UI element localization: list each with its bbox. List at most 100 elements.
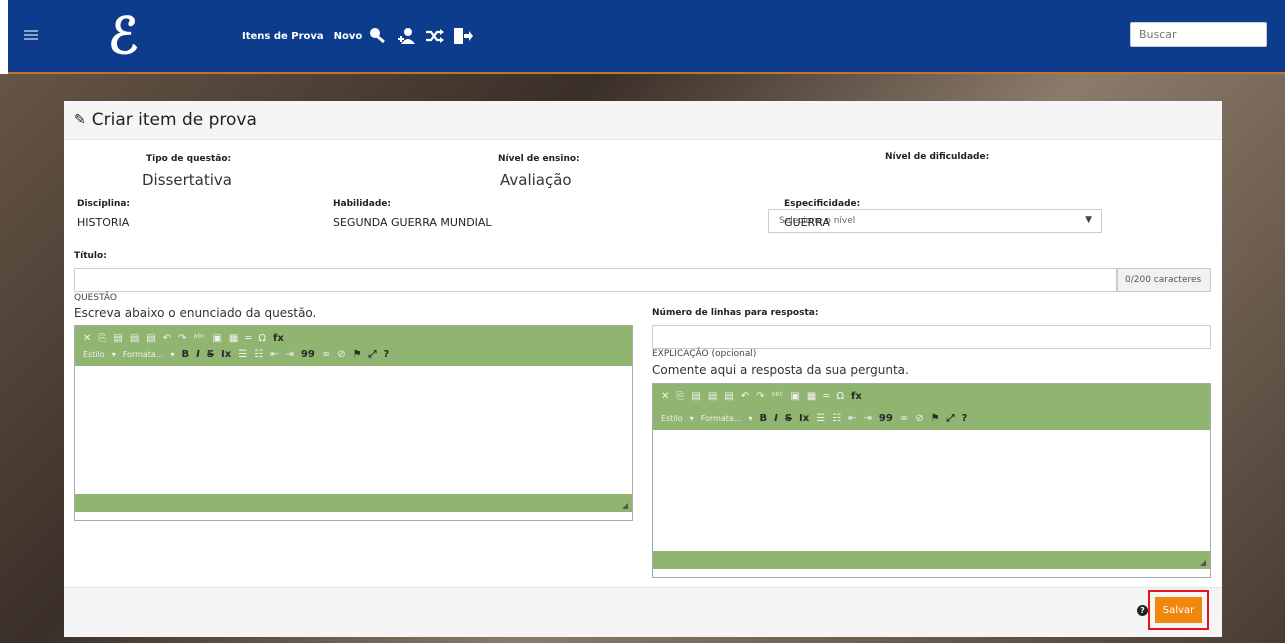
pencil-icon: ✎: [74, 112, 86, 128]
questao-label: QUESTÃO: [74, 293, 117, 303]
disciplina-label: Disciplina:: [77, 199, 131, 209]
especificidade-label: Especificidade:: [784, 199, 861, 209]
titulo-input[interactable]: [74, 268, 1117, 292]
spellcheck-icon[interactable]: ᵃᵇᶜ: [194, 333, 206, 344]
link-icon[interactable]: ∞: [900, 413, 908, 424]
estilo-dropdown[interactable]: Estilo: [83, 350, 105, 359]
questao-hint: Escreva abaixo o enunciado da questão.: [74, 306, 317, 320]
italic-button[interactable]: I: [774, 413, 778, 424]
paste-text-icon[interactable]: ▤: [130, 333, 139, 344]
special-char-icon[interactable]: Ω: [258, 333, 266, 344]
link-icon[interactable]: ∞: [322, 349, 330, 360]
undo-icon[interactable]: ↶: [163, 333, 171, 344]
anchor-flag-icon[interactable]: ⚑: [931, 413, 940, 424]
create-item-panel: ✎ Criar item de prova Tipo de questão: D…: [64, 101, 1222, 637]
resize-handle-icon[interactable]: [1200, 560, 1206, 566]
cut-icon[interactable]: ✕: [83, 333, 91, 344]
maximize-icon[interactable]: ⤢: [369, 349, 377, 360]
copy-icon[interactable]: ⎘: [98, 333, 106, 344]
indent-icon[interactable]: ⇥: [864, 413, 872, 424]
paste-word-icon[interactable]: ▤: [724, 391, 733, 402]
paste-icon[interactable]: ▤: [691, 391, 700, 402]
image-icon[interactable]: ▣: [790, 391, 799, 402]
disciplina-value: HISTORIA: [77, 216, 130, 229]
search-key-icon[interactable]: [368, 26, 390, 46]
formata-dropdown[interactable]: Formata...: [123, 350, 164, 359]
numbered-list-icon[interactable]: ☰: [238, 349, 247, 360]
redo-icon[interactable]: ↷: [756, 391, 764, 402]
bullet-list-icon[interactable]: ☷: [254, 349, 263, 360]
unlink-icon[interactable]: ⊘: [915, 413, 923, 424]
shuffle-icon[interactable]: [424, 26, 446, 46]
questao-editor-toolbar: ✕ ⎘ ▤ ▤ ▤ ↶ ↷ ᵃᵇᶜ ▣ ▦ ═ Ω fx Estilo ▾ Fo…: [75, 326, 632, 366]
outdent-icon[interactable]: ⇤: [270, 349, 278, 360]
nivel-ensino-label: Nível de ensino:: [498, 154, 580, 164]
nivel-dificuldade-label: Nível de dificuldade:: [885, 152, 990, 162]
save-button[interactable]: Salvar: [1155, 597, 1202, 623]
spellcheck-icon[interactable]: ᵃᵇᶜ: [772, 391, 784, 402]
nivel-ensino-value: Avaliação: [500, 171, 572, 189]
outdent-icon[interactable]: ⇤: [848, 413, 856, 424]
blockquote-button[interactable]: 99: [879, 413, 893, 424]
unlink-icon[interactable]: ⊘: [337, 349, 345, 360]
logout-icon[interactable]: [452, 26, 474, 46]
questao-editor[interactable]: ✕ ⎘ ▤ ▤ ▤ ↶ ↷ ᵃᵇᶜ ▣ ▦ ═ Ω fx Estilo ▾ Fo…: [74, 325, 633, 521]
help-button[interactable]: ?: [384, 349, 390, 360]
anchor-flag-icon[interactable]: ⚑: [353, 349, 362, 360]
formula-icon[interactable]: fx: [273, 333, 284, 344]
help-button[interactable]: ?: [962, 413, 968, 424]
italic-button[interactable]: I: [196, 349, 200, 360]
horizontal-rule-icon[interactable]: ═: [823, 391, 829, 402]
numbered-list-icon[interactable]: ☰: [816, 413, 825, 424]
estilo-dropdown[interactable]: Estilo: [661, 414, 683, 423]
explicacao-text-area[interactable]: [653, 430, 1210, 551]
questao-text-area[interactable]: [75, 366, 632, 494]
menu-hamburger-icon[interactable]: [24, 30, 38, 40]
resize-handle-icon[interactable]: [622, 503, 628, 509]
nav-novo[interactable]: Novo: [334, 31, 363, 42]
copy-icon[interactable]: ⎘: [676, 391, 684, 402]
blockquote-button[interactable]: 99: [301, 349, 315, 360]
search-input[interactable]: [1130, 22, 1267, 47]
titulo-char-counter: 0/200 caracteres: [1117, 268, 1211, 292]
chevron-down-icon: ▾: [689, 413, 694, 423]
tipo-questao-label: Tipo de questão:: [146, 154, 232, 164]
paste-icon[interactable]: ▤: [113, 333, 122, 344]
cut-icon[interactable]: ✕: [661, 391, 669, 402]
explicacao-editor[interactable]: ✕ ⎘ ▤ ▤ ▤ ↶ ↷ ᵃᵇᶜ ▣ ▦ ═ Ω fx Estilo ▾ Fo…: [652, 383, 1211, 578]
maximize-icon[interactable]: ⤢: [947, 413, 955, 424]
chevron-down-icon: ▾: [111, 349, 116, 359]
save-button-highlight: Salvar: [1148, 590, 1209, 630]
toolbar-row-1: ✕ ⎘ ▤ ▤ ▤ ↶ ↷ ᵃᵇᶜ ▣ ▦ ═ Ω fx: [83, 330, 624, 346]
strike-button[interactable]: S: [785, 413, 792, 424]
formula-icon[interactable]: fx: [851, 391, 862, 402]
bullet-list-icon[interactable]: ☷: [832, 413, 841, 424]
redo-icon[interactable]: ↷: [178, 333, 186, 344]
app-logo[interactable]: ℰ: [108, 8, 138, 64]
indent-icon[interactable]: ⇥: [286, 349, 294, 360]
remove-format-button[interactable]: Ix: [799, 413, 809, 424]
page-title: Criar item de prova: [91, 110, 257, 130]
table-icon[interactable]: ▦: [807, 391, 816, 402]
toolbar-row-1: ✕ ⎘ ▤ ▤ ▤ ↶ ↷ ᵃᵇᶜ ▣ ▦ ═ Ω fx: [661, 388, 1202, 404]
remove-format-button[interactable]: Ix: [221, 349, 231, 360]
question-circle-icon[interactable]: ?: [1137, 605, 1148, 616]
paste-text-icon[interactable]: ▤: [708, 391, 717, 402]
horizontal-rule-icon[interactable]: ═: [245, 333, 251, 344]
chevron-down-icon: ▾: [170, 349, 175, 359]
paste-word-icon[interactable]: ▤: [146, 333, 155, 344]
nav-itens-de-prova[interactable]: Itens de Prova: [242, 31, 324, 42]
linhas-input[interactable]: [652, 325, 1211, 349]
explicacao-editor-toolbar: ✕ ⎘ ▤ ▤ ▤ ↶ ↷ ᵃᵇᶜ ▣ ▦ ═ Ω fx Estilo ▾ Fo…: [653, 384, 1210, 430]
bold-button[interactable]: B: [181, 349, 189, 360]
undo-icon[interactable]: ↶: [741, 391, 749, 402]
table-icon[interactable]: ▦: [229, 333, 238, 344]
add-user-icon[interactable]: [396, 26, 418, 46]
image-icon[interactable]: ▣: [212, 333, 221, 344]
formata-dropdown[interactable]: Formata...: [701, 414, 742, 423]
bold-button[interactable]: B: [759, 413, 767, 424]
questao-editor-statusbar: [75, 494, 632, 512]
strike-button[interactable]: S: [207, 349, 214, 360]
panel-header: ✎ Criar item de prova: [64, 101, 1222, 140]
special-char-icon[interactable]: Ω: [836, 391, 844, 402]
